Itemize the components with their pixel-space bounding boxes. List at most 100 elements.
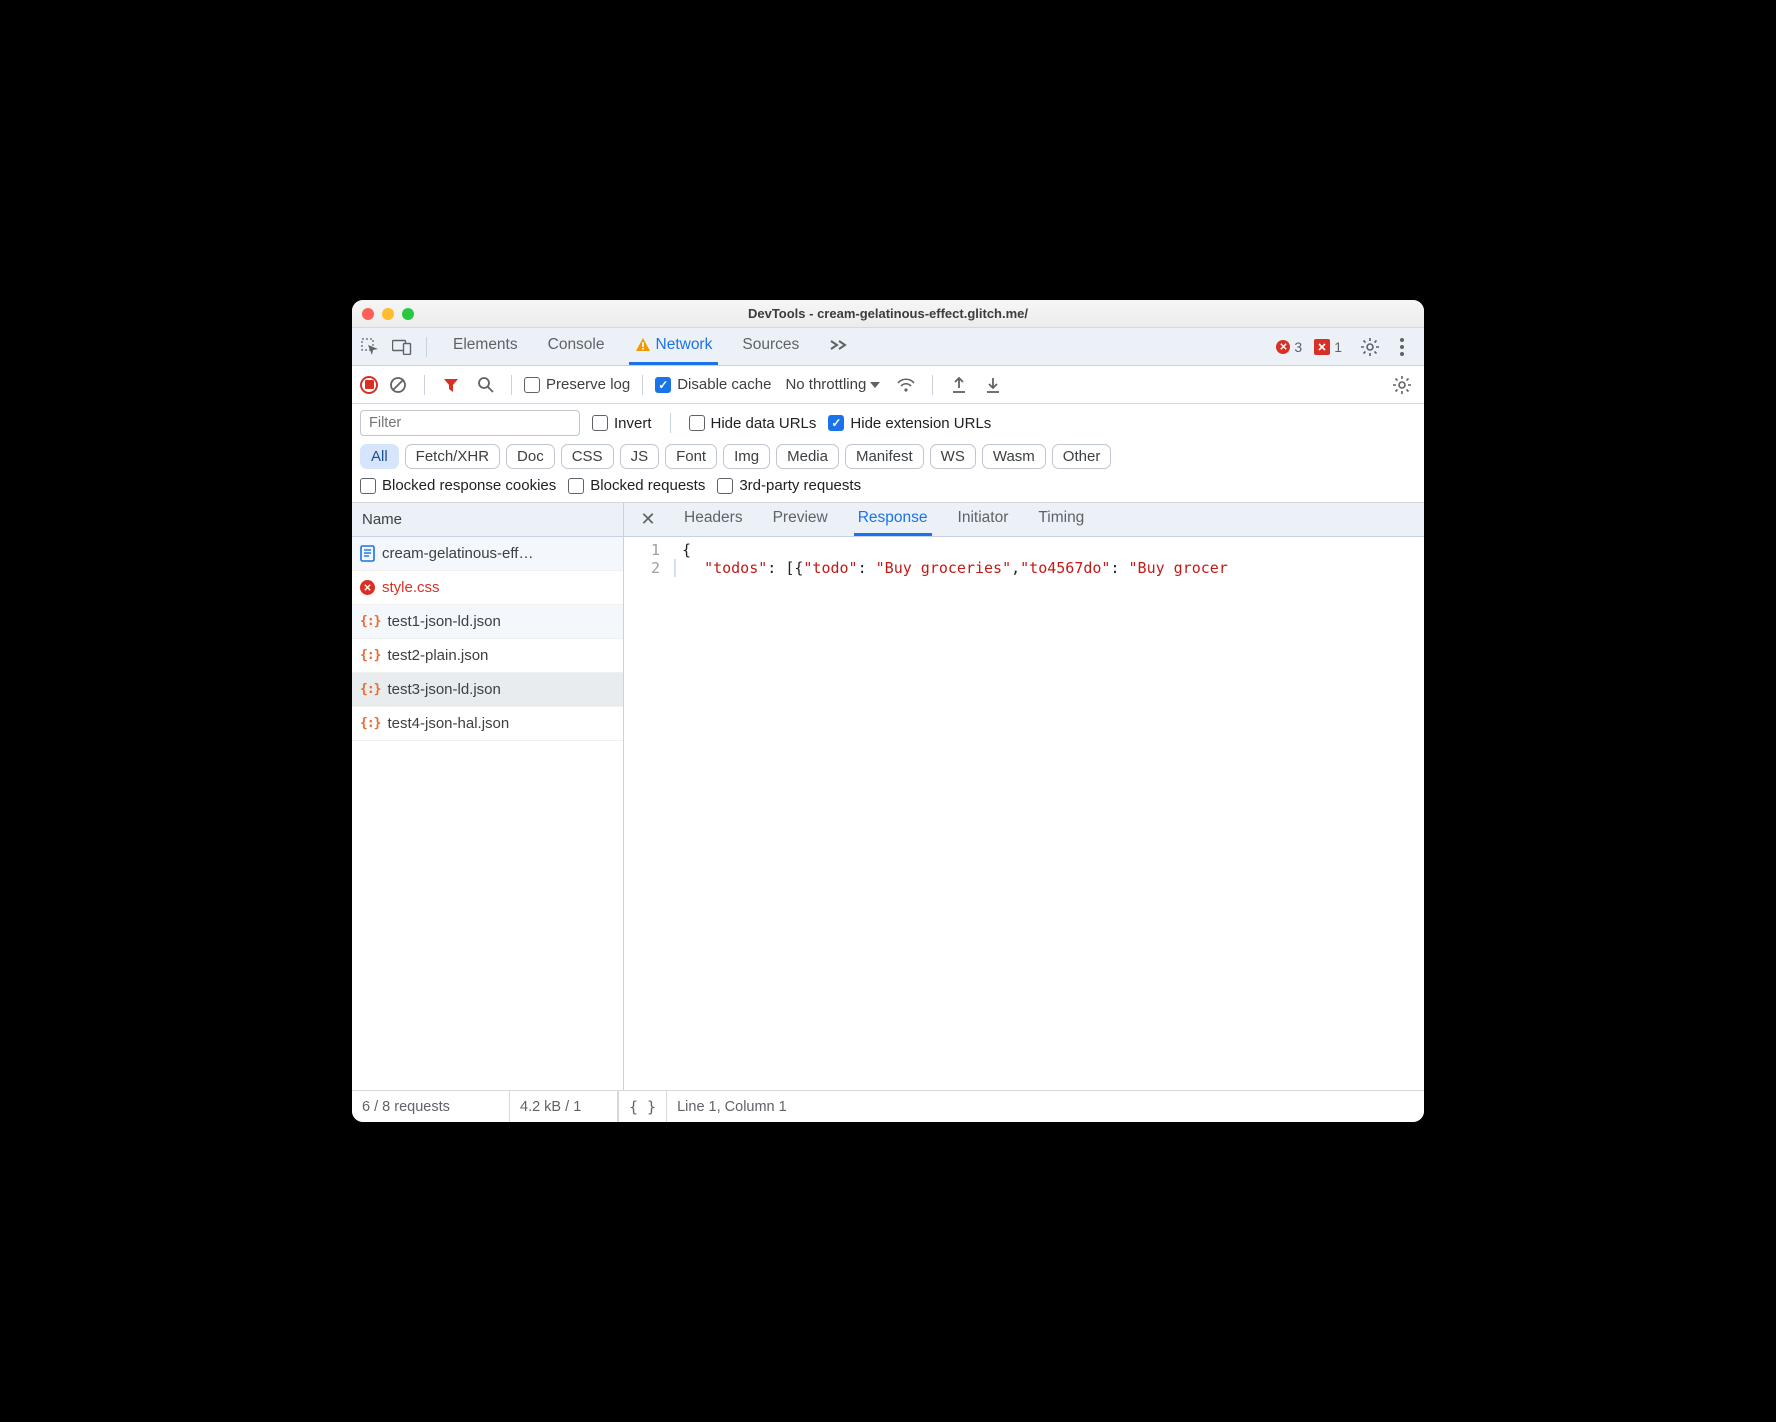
- line-number: 2: [624, 559, 672, 577]
- close-detail-icon[interactable]: ✕: [634, 503, 662, 536]
- separator: [642, 375, 643, 395]
- status-transfer: 4.2 kB / 1: [510, 1091, 618, 1122]
- tab-label: Elements: [453, 336, 518, 354]
- request-row[interactable]: style.css: [352, 571, 623, 605]
- request-row[interactable]: cream-gelatinous-eff…: [352, 537, 623, 571]
- checkbox-icon: [655, 377, 671, 393]
- throttling-value: No throttling: [785, 376, 866, 393]
- request-name: cream-gelatinous-eff…: [382, 545, 533, 562]
- tab-label: Console: [548, 336, 605, 354]
- detail-tabs: ✕ Headers Preview Response Initiator Timing: [624, 503, 1424, 537]
- hide-data-urls-checkbox[interactable]: Hide data URLs: [689, 415, 817, 432]
- filter-pill-media[interactable]: Media: [776, 444, 839, 469]
- detail-tab-response[interactable]: Response: [854, 503, 932, 536]
- titlebar: DevTools - cream-gelatinous-effect.glitc…: [352, 300, 1424, 328]
- record-button[interactable]: [360, 376, 378, 394]
- device-toggle-icon[interactable]: [388, 333, 416, 361]
- detail-tab-initiator[interactable]: Initiator: [954, 503, 1013, 536]
- tab-console[interactable]: Console: [542, 328, 611, 365]
- filter-pill-doc[interactable]: Doc: [506, 444, 555, 469]
- checkbox-icon: [689, 415, 705, 431]
- checkbox-label: Hide extension URLs: [850, 415, 991, 432]
- filter-pill-js[interactable]: JS: [620, 444, 660, 469]
- invert-checkbox[interactable]: Invert: [592, 415, 652, 432]
- json-icon: {:}: [360, 614, 380, 629]
- detail-tab-timing[interactable]: Timing: [1034, 503, 1088, 536]
- request-list-header[interactable]: Name: [352, 503, 623, 537]
- detail-tab-headers[interactable]: Headers: [680, 503, 747, 536]
- search-icon[interactable]: [471, 371, 499, 399]
- json-icon: {:}: [360, 682, 380, 697]
- separator: [511, 375, 512, 395]
- tab-label: Sources: [742, 336, 799, 354]
- detail-pane: ✕ HeadersPreviewResponseInitiatorTiming …: [624, 503, 1424, 1090]
- pretty-print-button[interactable]: { }: [618, 1091, 667, 1122]
- traffic-lights: [362, 308, 414, 320]
- filter-input[interactable]: [360, 410, 580, 436]
- checkbox-label: Blocked response cookies: [382, 477, 556, 494]
- window-close-button[interactable]: [362, 308, 374, 320]
- filter-pill-other[interactable]: Other: [1052, 444, 1112, 469]
- tab-elements[interactable]: Elements: [447, 328, 524, 365]
- panel-tabbar: Elements Console Network Sources 3 1: [352, 328, 1424, 366]
- resource-type-filters: AllFetch/XHRDocCSSJSFontImgMediaManifest…: [360, 444, 1416, 469]
- error-icon: [1276, 340, 1290, 354]
- filter-pill-manifest[interactable]: Manifest: [845, 444, 924, 469]
- checkbox-icon: [717, 478, 733, 494]
- request-row[interactable]: {:}test3-json-ld.json: [352, 673, 623, 707]
- clear-button[interactable]: [384, 371, 412, 399]
- throttling-select[interactable]: No throttling: [785, 376, 880, 393]
- column-name: Name: [362, 511, 402, 528]
- issue-icon: [1314, 339, 1330, 355]
- checkbox-label: Hide data URLs: [711, 415, 817, 432]
- filter-pill-all[interactable]: All: [360, 444, 399, 469]
- checkbox-icon: [568, 478, 584, 494]
- request-row[interactable]: {:}test1-json-ld.json: [352, 605, 623, 639]
- filter-pill-font[interactable]: Font: [665, 444, 717, 469]
- tab-sources[interactable]: Sources: [736, 328, 805, 365]
- filter-pill-img[interactable]: Img: [723, 444, 770, 469]
- detail-tab-preview[interactable]: Preview: [769, 503, 832, 536]
- separator: [932, 375, 933, 395]
- more-tabs-button[interactable]: [823, 328, 855, 365]
- filter-bar: Invert Hide data URLs Hide extension URL…: [352, 404, 1424, 503]
- code-line: 1{: [624, 541, 1424, 559]
- filter-icon[interactable]: [437, 371, 465, 399]
- request-name: test2-plain.json: [387, 647, 488, 664]
- response-body[interactable]: 1{2 "todos": [{"todo": "Buy groceries","…: [624, 537, 1424, 1090]
- disable-cache-checkbox[interactable]: Disable cache: [655, 376, 771, 393]
- network-conditions-icon[interactable]: [892, 371, 920, 399]
- filter-pill-ws[interactable]: WS: [930, 444, 976, 469]
- issue-count[interactable]: 1: [1314, 339, 1342, 355]
- settings-icon[interactable]: [1356, 333, 1384, 361]
- network-settings-icon[interactable]: [1388, 371, 1416, 399]
- checkbox-icon: [592, 415, 608, 431]
- request-row[interactable]: {:}test2-plain.json: [352, 639, 623, 673]
- error-count[interactable]: 3: [1276, 339, 1302, 355]
- tab-network[interactable]: Network: [629, 328, 719, 365]
- checkbox-icon: [360, 478, 376, 494]
- blocked-cookies-checkbox[interactable]: Blocked response cookies: [360, 477, 556, 494]
- kebab-menu-icon[interactable]: [1388, 333, 1416, 361]
- download-har-icon[interactable]: [979, 371, 1007, 399]
- inspect-element-icon[interactable]: [356, 333, 384, 361]
- filter-pill-fetch-xhr[interactable]: Fetch/XHR: [405, 444, 500, 469]
- json-icon: {:}: [360, 716, 380, 731]
- blocked-requests-checkbox[interactable]: Blocked requests: [568, 477, 705, 494]
- error-icon: [360, 580, 375, 595]
- network-toolbar: Preserve log Disable cache No throttling: [352, 366, 1424, 404]
- window-title: DevTools - cream-gelatinous-effect.glitc…: [352, 306, 1424, 321]
- issue-count-value: 1: [1334, 339, 1342, 355]
- separator: [426, 337, 427, 357]
- third-party-checkbox[interactable]: 3rd-party requests: [717, 477, 861, 494]
- panel-tabs: Elements Console Network Sources: [447, 328, 855, 365]
- filter-pill-css[interactable]: CSS: [561, 444, 614, 469]
- window-maximize-button[interactable]: [402, 308, 414, 320]
- upload-har-icon[interactable]: [945, 371, 973, 399]
- preserve-log-checkbox[interactable]: Preserve log: [524, 376, 630, 393]
- request-row[interactable]: {:}test4-json-hal.json: [352, 707, 623, 741]
- code-line: 2 "todos": [{"todo": "Buy groceries","to…: [624, 559, 1424, 577]
- hide-extension-urls-checkbox[interactable]: Hide extension URLs: [828, 415, 991, 432]
- filter-pill-wasm[interactable]: Wasm: [982, 444, 1046, 469]
- window-minimize-button[interactable]: [382, 308, 394, 320]
